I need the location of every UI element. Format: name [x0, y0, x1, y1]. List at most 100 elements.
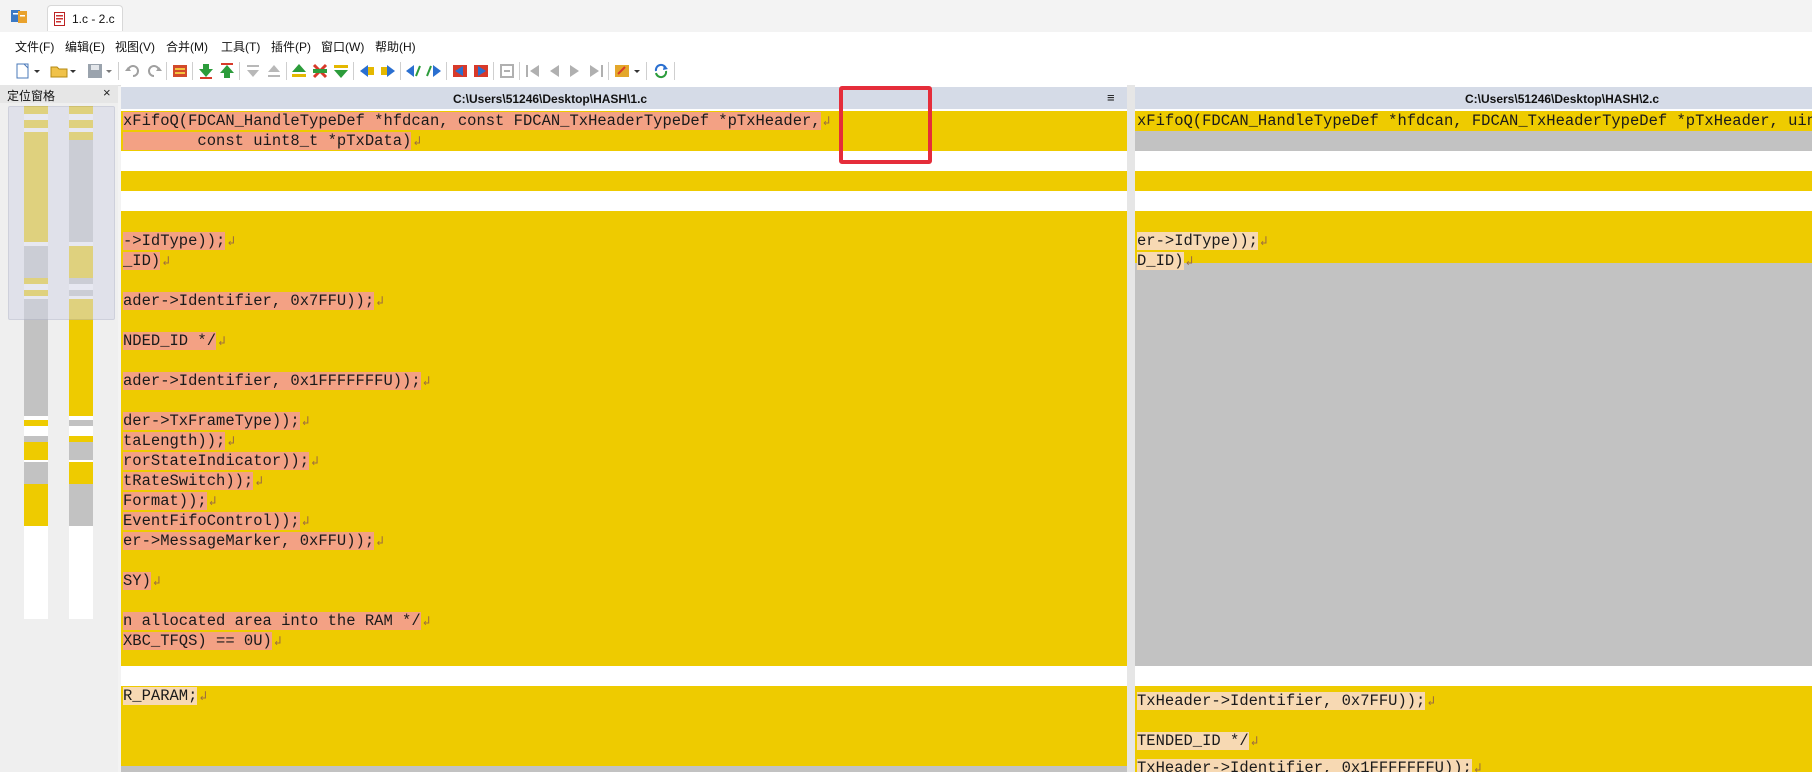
compare-dropdown-icon[interactable]	[632, 62, 642, 80]
code-line: der->TxFrameType)); ↲	[123, 412, 310, 430]
open-dropdown-icon[interactable]	[68, 62, 78, 80]
menu-merge[interactable]: 合并(M)	[166, 38, 208, 55]
toolbar-separator	[239, 62, 240, 80]
menu-file[interactable]: 文件(F)	[15, 38, 54, 55]
toolbar-separator	[674, 62, 675, 80]
code-line: R_PARAM; ↲	[123, 687, 207, 705]
prev-diff-icon[interactable]	[218, 62, 236, 80]
code-text: tRateSwitch));	[123, 472, 254, 490]
code-line: ->IdType)); ↲	[123, 232, 236, 250]
line-end-icon: ↲	[301, 414, 310, 429]
line-end-icon: ↲	[422, 614, 431, 629]
left-pane[interactable]: C:\Users\51246\Desktop\HASH\1.c ≡ xFifoQ…	[121, 85, 1127, 772]
code-line: tRateSwitch)); ↲	[123, 472, 263, 490]
new-file-icon[interactable]	[14, 62, 32, 80]
code-line: const uint8_t *pTxData) ↲	[123, 132, 422, 150]
redo-icon[interactable]	[145, 62, 163, 80]
line-end-icon: ↲	[1259, 234, 1268, 249]
pane-menu-icon[interactable]: ≡	[1107, 90, 1115, 105]
line-end-icon: ↲	[1473, 761, 1482, 772]
next-diff-icon[interactable]	[197, 62, 215, 80]
copy-left-icon[interactable]	[379, 62, 397, 80]
code-text: er->MessageMarker, 0xFFU));	[123, 532, 375, 550]
merge-icon[interactable]	[498, 62, 516, 80]
copy-left-advance-icon[interactable]	[425, 62, 443, 80]
go-next-icon[interactable]	[566, 62, 584, 80]
left-file-path: C:\Users\51246\Desktop\HASH\1.c	[453, 92, 648, 106]
go-last-icon[interactable]	[587, 62, 605, 80]
toolbar-separator	[608, 62, 609, 80]
line-end-icon: ↲	[413, 134, 422, 149]
tab-label: 1.c - 2.c	[72, 12, 115, 26]
pane-splitter[interactable]	[1127, 85, 1135, 772]
code-line: TxHeader->Identifier, 0x1FFFFFFFU)); ↲	[1137, 759, 1482, 772]
refresh-icon[interactable]	[652, 62, 670, 80]
toolbar-separator	[400, 62, 401, 80]
code-text: xFifoQ(FDCAN_HandleTypeDef *hfdcan, cons…	[123, 112, 821, 130]
go-first-icon[interactable]	[524, 62, 542, 80]
save-icon[interactable]	[86, 62, 104, 80]
code-line: er->IdType)); ↲	[1137, 232, 1268, 250]
menu-window[interactable]: 窗口(W)	[321, 38, 364, 55]
line-end-icon: ↲	[162, 254, 171, 269]
last-conflict-icon[interactable]	[265, 62, 283, 80]
right-code[interactable]: xFifoQ(FDCAN_HandleTypeDef *hfdcan, FDCA…	[1135, 111, 1812, 772]
code-text: EventFifoControl));	[123, 512, 300, 530]
new-dropdown-icon[interactable]	[32, 62, 42, 80]
code-line: _ID) ↲	[123, 252, 171, 270]
tab-document[interactable]: 1.c - 2.c	[47, 5, 123, 31]
toolbar-separator	[493, 62, 494, 80]
all-left-icon[interactable]	[472, 62, 490, 80]
all-right-icon[interactable]	[451, 62, 469, 80]
compare-icon[interactable]	[613, 62, 631, 80]
code-text: rorStateIndicator));	[123, 452, 310, 470]
first-diff-icon[interactable]	[290, 62, 308, 80]
menu-plugins[interactable]: 插件(P)	[271, 38, 311, 55]
line-end-icon: ↲	[422, 374, 431, 389]
close-icon[interactable]: ×	[103, 85, 111, 100]
code-line: TENDED_ID */↲	[1137, 732, 1258, 750]
code-line: SY) ↲	[123, 572, 161, 590]
toolbar-separator	[646, 62, 647, 80]
title-bar: 1.c - 2.c	[0, 0, 1812, 32]
line-end-icon: ↲	[273, 634, 282, 649]
menu-help[interactable]: 帮助(H)	[375, 38, 416, 55]
first-conflict-icon[interactable]	[244, 62, 262, 80]
line-end-icon: ↲	[227, 234, 236, 249]
menu-edit[interactable]: 编辑(E)	[65, 38, 105, 55]
code-line: n allocated area into the RAM */↲	[123, 612, 431, 630]
menu-view[interactable]: 视图(V)	[115, 38, 155, 55]
line-end-icon: ↲	[218, 334, 226, 349]
current-diff-icon[interactable]	[311, 62, 329, 80]
right-pane[interactable]: C:\Users\51246\Desktop\HASH\2.c xFifoQ(F…	[1135, 85, 1812, 772]
last-diff-icon[interactable]	[332, 62, 350, 80]
code-line: xFifoQ(FDCAN_HandleTypeDef *hfdcan, cons…	[123, 112, 830, 130]
save-dropdown-icon[interactable]	[104, 62, 114, 80]
code-line: taLength)); ↲	[123, 432, 235, 450]
options-icon[interactable]	[171, 62, 189, 80]
location-pane: 定位窗格 ×	[0, 85, 118, 772]
open-folder-icon[interactable]	[50, 62, 68, 80]
code-line: er->MessageMarker, 0xFFU)); ↲	[123, 532, 384, 550]
left-pane-header: C:\Users\51246\Desktop\HASH\1.c ≡	[121, 87, 1127, 109]
undo-icon[interactable]	[124, 62, 142, 80]
code-text: er->IdType));	[1137, 232, 1258, 250]
code-text: TENDED_ID */	[1137, 732, 1249, 750]
app-icon[interactable]	[10, 8, 28, 24]
copy-right-icon[interactable]	[358, 62, 376, 80]
location-pane-viewport[interactable]	[8, 106, 115, 320]
toolbar-separator	[166, 62, 167, 80]
code-text: R_PARAM;	[123, 687, 198, 705]
menu-tools[interactable]: 工具(T)	[221, 38, 260, 55]
toolbar-separator	[519, 62, 520, 80]
toolbar-separator	[286, 62, 287, 80]
left-code[interactable]: xFifoQ(FDCAN_HandleTypeDef *hfdcan, cons…	[121, 111, 1127, 772]
line-end-icon: ↲	[1427, 694, 1436, 709]
missing-block	[121, 766, 1127, 772]
go-prev-icon[interactable]	[545, 62, 563, 80]
line-end-icon: ↲	[376, 534, 384, 549]
toolbar-separator	[446, 62, 447, 80]
toolbar-separator	[118, 62, 119, 80]
line-end-icon: ↲	[301, 514, 310, 529]
copy-right-advance-icon[interactable]	[404, 62, 422, 80]
